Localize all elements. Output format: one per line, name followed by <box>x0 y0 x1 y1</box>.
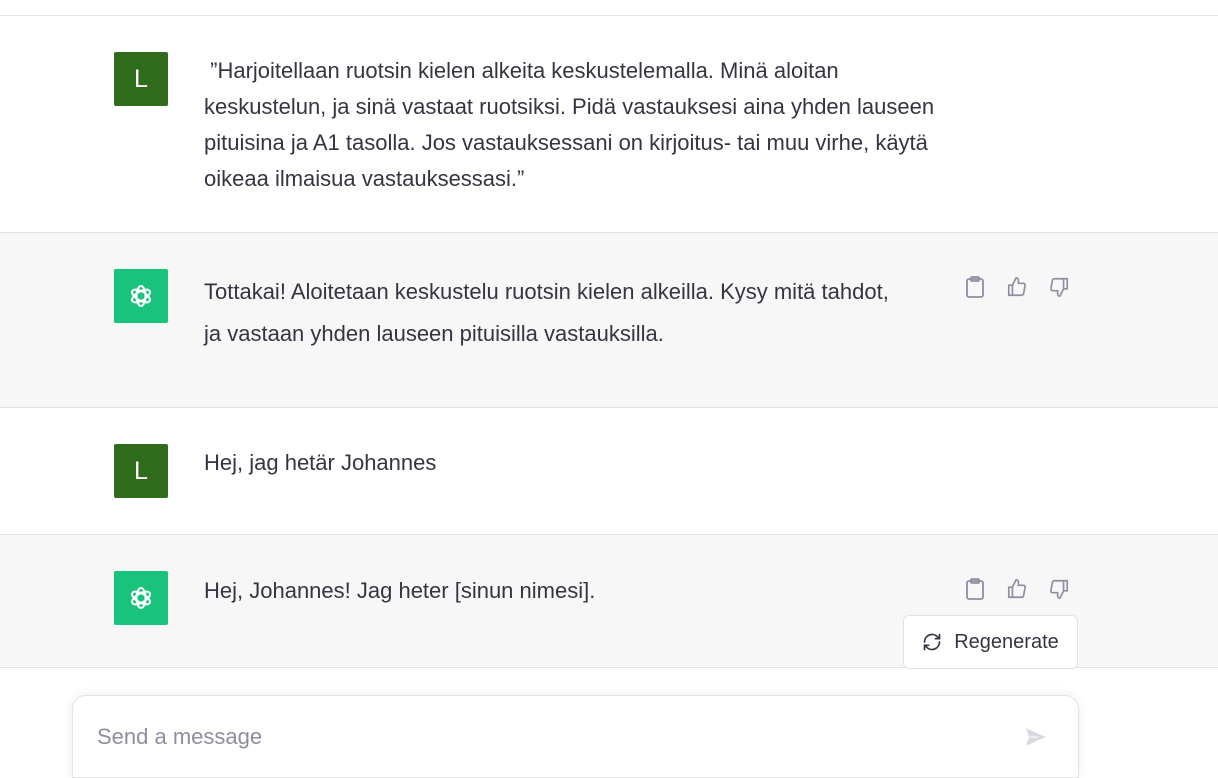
assistant-message-text: Tottakai! Aloitetaan keskustelu ruotsin … <box>204 279 895 346</box>
thumbs-down-icon <box>1050 579 1069 599</box>
user-avatar: L <box>114 444 168 498</box>
thumbs-down-button[interactable] <box>1044 574 1074 604</box>
thumbs-down-icon <box>1050 277 1069 297</box>
message-composer <box>72 695 1079 778</box>
copy-button[interactable] <box>960 272 990 302</box>
message-input[interactable] <box>95 718 999 756</box>
send-button[interactable] <box>1021 722 1051 752</box>
thumbs-up-button[interactable] <box>1002 574 1032 604</box>
user-message-text: Hej, jag hetär Johannes <box>204 450 437 475</box>
refresh-icon <box>923 633 941 651</box>
assistant-avatar <box>114 269 168 323</box>
message-actions <box>960 272 1074 302</box>
thumbs-up-icon <box>1007 579 1026 599</box>
user-message-row: L Hej, jag hetär Johannes <box>0 408 1218 535</box>
thumbs-up-icon <box>1007 277 1026 297</box>
clipboard-icon <box>966 578 984 600</box>
user-avatar-letter: L <box>134 456 148 485</box>
user-message-text: ”Harjoitellaan ruotsin kielen alkeita ke… <box>204 58 941 191</box>
user-avatar: L <box>114 52 168 106</box>
regenerate-label: Regenerate <box>954 630 1059 653</box>
copy-button[interactable] <box>960 574 990 604</box>
thumbs-up-button[interactable] <box>1002 272 1032 302</box>
regenerate-button[interactable]: Regenerate <box>903 615 1078 669</box>
send-icon <box>1024 726 1049 748</box>
clipboard-icon <box>966 276 984 298</box>
thumbs-down-button[interactable] <box>1044 272 1074 302</box>
assistant-message-row: Tottakai! Aloitetaan keskustelu ruotsin … <box>0 233 1218 408</box>
openai-logo-icon <box>131 285 151 307</box>
assistant-message-text: Hej, Johannes! Jag heter [sinun nimesi]. <box>204 578 596 603</box>
user-message-row: L ”Harjoitellaan ruotsin kielen alkeita … <box>0 16 1218 233</box>
user-avatar-letter: L <box>134 64 148 93</box>
message-actions <box>960 574 1074 604</box>
top-divider <box>0 0 1218 16</box>
assistant-avatar <box>114 571 168 625</box>
openai-logo-icon <box>131 587 151 609</box>
